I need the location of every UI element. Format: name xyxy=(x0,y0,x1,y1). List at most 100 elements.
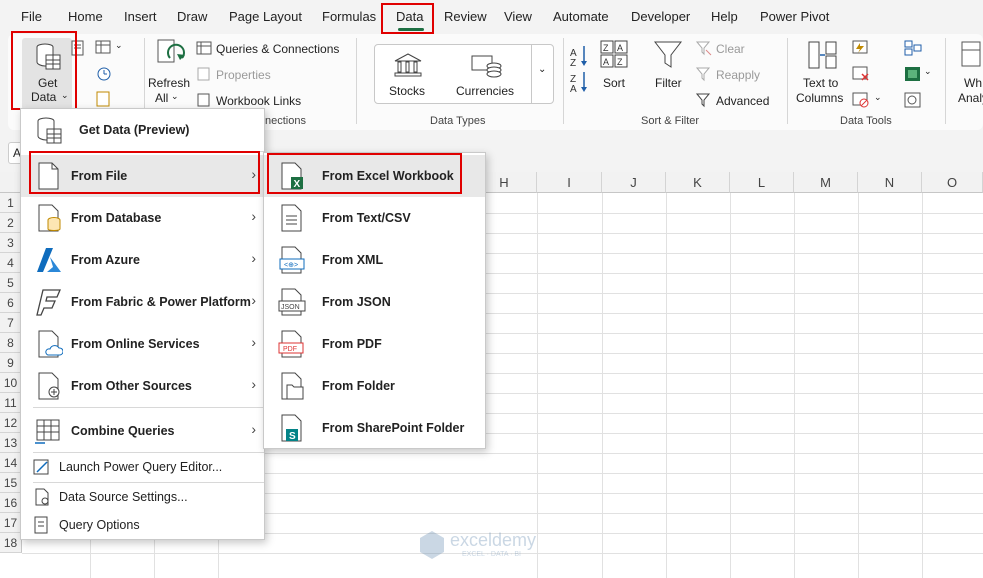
currencies-icon[interactable] xyxy=(470,52,502,78)
column-header[interactable]: N xyxy=(858,172,922,193)
menu-item-data-source-settings[interactable]: Data Source Settings... xyxy=(21,483,264,511)
existing-connections-icon[interactable] xyxy=(95,90,113,108)
from-table-icon[interactable] xyxy=(95,40,113,56)
row-header[interactable]: 4 xyxy=(0,253,22,273)
tab-help[interactable]: Help xyxy=(711,9,738,24)
select-all-corner[interactable] xyxy=(0,172,22,193)
stocks-icon[interactable] xyxy=(393,52,423,78)
row-header[interactable]: 2 xyxy=(0,213,22,233)
chevron-down-icon[interactable]: ⌄ xyxy=(115,40,123,51)
column-header[interactable]: I xyxy=(537,172,602,193)
menu-item-from-excel-workbook[interactable]: X From Excel Workbook xyxy=(264,155,485,197)
row-header[interactable]: 7 xyxy=(0,313,22,333)
row-header[interactable]: 13 xyxy=(0,433,22,453)
workbook-links-icon[interactable] xyxy=(196,93,212,107)
chevron-down-icon[interactable]: ⌄ xyxy=(924,66,932,77)
menu-item-from-file[interactable]: From File › xyxy=(21,155,264,197)
stocks-button[interactable]: Stocks xyxy=(389,84,425,98)
menu-item-from-xml[interactable]: <⊕> From XML xyxy=(264,239,485,281)
row-header[interactable]: 8 xyxy=(0,333,22,353)
tab-page-layout[interactable]: Page Layout xyxy=(229,9,302,24)
tab-home[interactable]: Home xyxy=(68,9,103,24)
workbook-links-button[interactable]: Workbook Links xyxy=(216,94,301,108)
column-header[interactable]: O xyxy=(922,172,983,193)
flash-fill-icon[interactable] xyxy=(852,40,870,56)
tab-developer[interactable]: Developer xyxy=(631,9,690,24)
row-header[interactable]: 16 xyxy=(0,493,22,513)
row-header[interactable]: 10 xyxy=(0,373,22,393)
row-header[interactable]: 3 xyxy=(0,233,22,253)
row-header[interactable]: 9 xyxy=(0,353,22,373)
reapply-button[interactable]: Reapply xyxy=(716,68,760,82)
manage-data-model-icon[interactable] xyxy=(904,92,922,108)
tab-file[interactable]: File xyxy=(21,9,42,24)
refresh-all-icon[interactable] xyxy=(156,38,186,70)
queries-connections-icon[interactable] xyxy=(196,41,212,55)
what-if-analysis-icon[interactable] xyxy=(960,40,982,70)
row-header[interactable]: 11 xyxy=(0,393,22,413)
row-header[interactable]: 5 xyxy=(0,273,22,293)
tab-draw[interactable]: Draw xyxy=(177,9,207,24)
row-header[interactable]: 6 xyxy=(0,293,22,313)
chevron-down-icon[interactable]: ⌄ xyxy=(874,92,882,103)
row-header[interactable]: 18 xyxy=(0,533,22,553)
relationships-icon[interactable] xyxy=(904,66,922,82)
refresh-all-label-2[interactable]: All xyxy=(155,91,168,105)
tab-power-pivot[interactable]: Power Pivot xyxy=(760,9,829,24)
clear-button[interactable]: Clear xyxy=(716,42,745,56)
tab-formulas[interactable]: Formulas xyxy=(322,9,376,24)
what-if-label-1[interactable]: Wh xyxy=(964,76,982,90)
menu-item-get-data-preview[interactable]: Get Data (Preview) xyxy=(21,109,264,151)
menu-item-from-database[interactable]: From Database › xyxy=(21,197,264,239)
what-if-label-2[interactable]: Analy xyxy=(958,91,983,105)
menu-item-from-json[interactable]: JSON From JSON xyxy=(264,281,485,323)
tab-insert[interactable]: Insert xyxy=(124,9,157,24)
row-header[interactable]: 12 xyxy=(0,413,22,433)
recent-sources-icon[interactable] xyxy=(95,65,113,83)
column-header[interactable]: K xyxy=(666,172,730,193)
from-text-icon[interactable] xyxy=(71,40,85,56)
data-validation-icon[interactable] xyxy=(852,92,870,108)
refresh-all-label-1[interactable]: Refresh xyxy=(148,76,190,90)
menu-item-from-text-csv[interactable]: From Text/CSV xyxy=(264,197,485,239)
get-data-button[interactable]: Get Data ⌄ xyxy=(22,38,72,110)
data-types-more-button[interactable]: ⌄ xyxy=(531,44,554,104)
menu-item-from-sharepoint-folder[interactable]: S From SharePoint Folder xyxy=(264,407,485,449)
text-to-columns-icon[interactable] xyxy=(808,40,838,70)
text-to-columns-label-2[interactable]: Columns xyxy=(796,91,843,105)
advanced-button[interactable]: Advanced xyxy=(716,94,769,108)
menu-item-from-online-services[interactable]: From Online Services › xyxy=(21,323,264,365)
consolidate-icon[interactable] xyxy=(904,40,922,56)
row-header[interactable]: 14 xyxy=(0,453,22,473)
menu-item-launch-power-query[interactable]: Launch Power Query Editor... xyxy=(21,453,264,481)
remove-duplicates-icon[interactable] xyxy=(852,66,870,82)
column-header[interactable]: M xyxy=(794,172,858,193)
sort-az-icon[interactable]: AZ ZA xyxy=(569,44,591,94)
menu-item-from-fabric[interactable]: From Fabric & Power Platform › xyxy=(21,281,264,323)
tab-review[interactable]: Review xyxy=(444,9,487,24)
chevron-down-icon[interactable]: ⌄ xyxy=(171,91,179,102)
row-header[interactable]: 15 xyxy=(0,473,22,493)
filter-icon[interactable] xyxy=(653,40,683,70)
menu-item-combine-queries[interactable]: Combine Queries › xyxy=(21,410,264,452)
row-header[interactable]: 17 xyxy=(0,513,22,533)
column-header[interactable]: J xyxy=(602,172,666,193)
menu-item-from-other-sources[interactable]: From Other Sources › xyxy=(21,365,264,407)
text-to-columns-label-1[interactable]: Text to xyxy=(803,76,838,90)
column-header[interactable]: L xyxy=(730,172,794,193)
row-header[interactable]: 1 xyxy=(0,193,22,213)
tab-view[interactable]: View xyxy=(504,9,532,24)
advanced-filter-icon[interactable] xyxy=(696,92,712,108)
menu-item-query-options[interactable]: Query Options xyxy=(21,511,264,539)
menu-item-from-azure[interactable]: From Azure › xyxy=(21,239,264,281)
queries-connections-button[interactable]: Queries & Connections xyxy=(216,42,339,56)
filter-button[interactable]: Filter xyxy=(655,76,682,90)
tab-data[interactable]: Data xyxy=(396,9,423,24)
menu-item-from-folder[interactable]: From Folder xyxy=(264,365,485,407)
currencies-button[interactable]: Currencies xyxy=(456,84,514,98)
properties-button[interactable]: Properties xyxy=(216,68,271,82)
sort-button[interactable]: Sort xyxy=(603,76,625,90)
sort-icon[interactable]: ZA AZ xyxy=(600,40,630,70)
tab-automate[interactable]: Automate xyxy=(553,9,609,24)
menu-item-from-pdf[interactable]: PDF From PDF xyxy=(264,323,485,365)
